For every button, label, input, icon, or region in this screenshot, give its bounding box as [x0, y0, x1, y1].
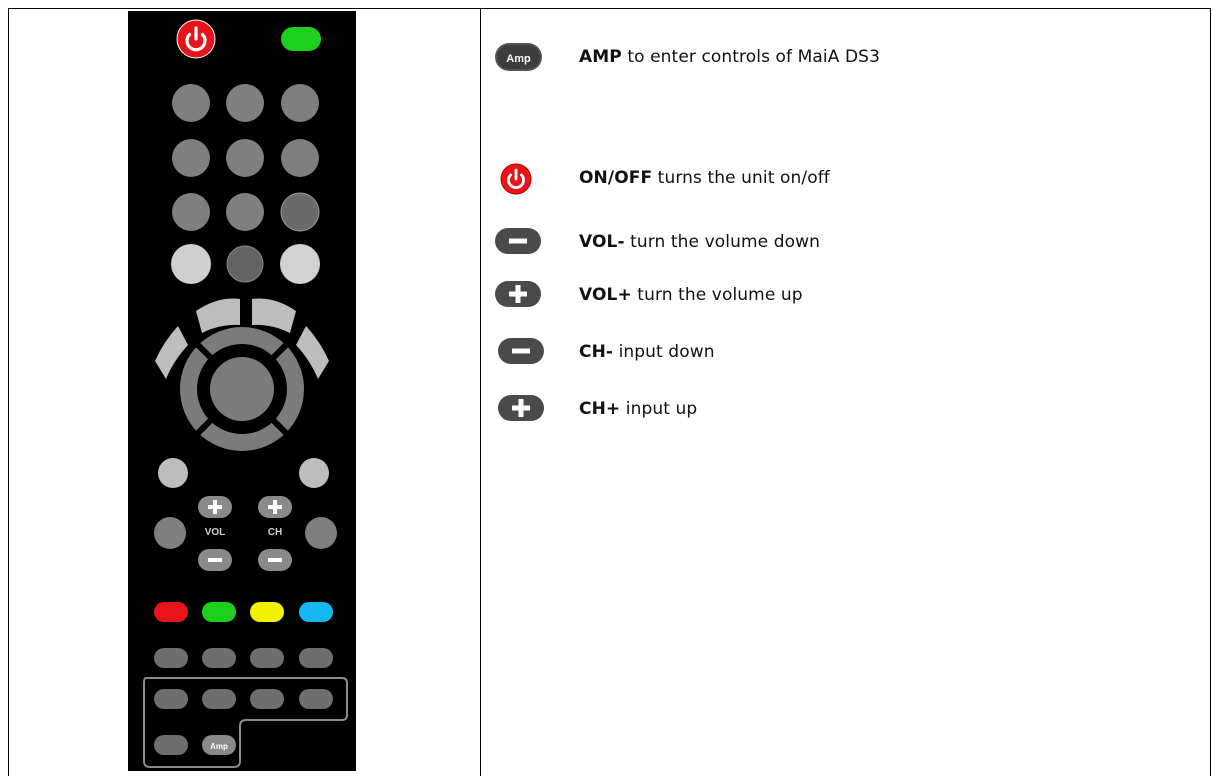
remote-amp-button[interactable]: Amp: [202, 735, 236, 755]
legend-text-amp: AMP to enter controls of MaiA DS3: [579, 47, 880, 67]
table-divider: [480, 8, 481, 776]
remote-left-round-button[interactable]: [158, 458, 188, 488]
remote-ch-label: CH: [268, 527, 282, 538]
legend-text-vol-minus: VOL- turn the volume down: [579, 232, 820, 252]
plus-icon: [495, 281, 541, 307]
remote-amp-label: Amp: [210, 742, 228, 751]
plus-icon: [498, 395, 544, 421]
remote-left-lower-button[interactable]: [154, 517, 186, 549]
power-icon: [500, 163, 532, 195]
remote-vol-minus-button[interactable]: [198, 549, 232, 571]
minus-icon: [498, 338, 544, 364]
legend-text-vol-plus: VOL+ turn the volume up: [579, 285, 803, 305]
remote-vol-plus-button[interactable]: [198, 496, 232, 518]
remote-power-button[interactable]: [176, 19, 216, 59]
remote-blue-button[interactable]: [299, 602, 333, 622]
remote-ch-minus-button[interactable]: [258, 549, 292, 571]
remote-green-button[interactable]: [202, 602, 236, 622]
legend-text-power: ON/OFF turns the unit on/off: [579, 168, 830, 188]
remote-control: VOL CH Amp: [128, 11, 356, 771]
svg-text:Amp: Amp: [506, 53, 531, 65]
remote-yellow-button[interactable]: [250, 602, 284, 622]
minus-icon: [495, 228, 541, 254]
remote-ch-plus-button[interactable]: [258, 496, 292, 518]
legend-text-ch-minus: CH- input down: [579, 342, 715, 362]
remote-green-top-button[interactable]: [281, 27, 321, 51]
legend-text-ch-plus: CH+ input up: [579, 399, 698, 419]
amp-button-icon: Amp: [495, 43, 542, 71]
remote-red-button[interactable]: [154, 602, 188, 622]
remote-right-lower-button[interactable]: [305, 517, 337, 549]
remote-right-round-button[interactable]: [299, 458, 329, 488]
remote-vol-label: VOL: [205, 527, 226, 538]
